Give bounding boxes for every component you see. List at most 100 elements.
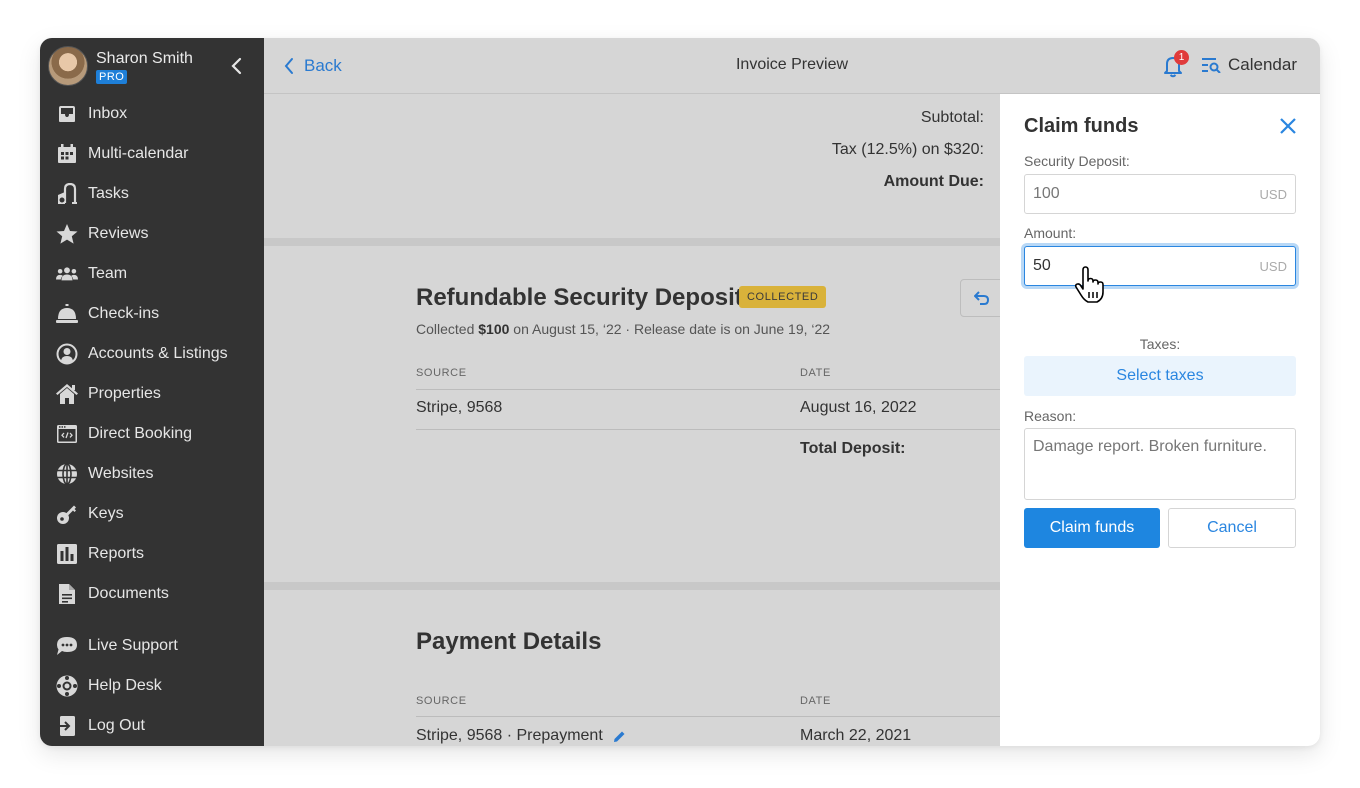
code-window-icon	[56, 423, 78, 445]
column-header-source: SOURCE	[416, 695, 467, 707]
sidebar-item-label: Direct Booking	[88, 425, 193, 442]
notifications-button[interactable]: 1	[1162, 50, 1189, 78]
sidebar-item-documents[interactable]: Documents	[40, 574, 264, 614]
close-icon	[1280, 118, 1296, 134]
select-taxes-button[interactable]: Select taxes	[1024, 356, 1296, 396]
payment-source: Stripe, 9568 · Prepayment	[416, 727, 603, 744]
sidebar-item-properties[interactable]: Properties	[40, 374, 264, 414]
user-circle-icon	[56, 343, 78, 365]
sidebar-item-label: Properties	[88, 385, 161, 402]
sidebar-item-direct-booking[interactable]: Direct Booking	[40, 414, 264, 454]
collapse-sidebar-button[interactable]	[226, 56, 246, 76]
chevron-left-icon	[284, 58, 293, 74]
logout-icon	[56, 715, 78, 737]
panel-title: Claim funds	[1024, 115, 1139, 137]
team-icon	[56, 263, 78, 285]
sidebar: Sharon Smith PRO Inbox Multi-calendar Ta…	[40, 38, 264, 746]
avatar[interactable]	[48, 46, 88, 86]
user-profile[interactable]: Sharon Smith PRO	[48, 46, 256, 86]
bell-desk-icon	[56, 303, 78, 325]
sidebar-item-keys[interactable]: Keys	[40, 494, 264, 534]
top-bar: Back Invoice Preview 1 Calendar	[264, 38, 1320, 94]
column-header-source: SOURCE	[416, 367, 467, 379]
deposit-title: Refundable Security Deposit	[416, 284, 743, 311]
sidebar-item-label: Live Support	[88, 637, 178, 654]
sidebar-item-websites[interactable]: Websites	[40, 454, 264, 494]
calendar-label: Calendar	[1228, 55, 1297, 74]
home-icon	[56, 383, 78, 405]
edit-pencil-icon[interactable]	[613, 730, 626, 743]
column-header-date: DATE	[800, 367, 831, 379]
inbox-icon	[56, 103, 78, 125]
subtotal-label: Subtotal:	[920, 109, 984, 126]
security-deposit-input[interactable]	[1025, 185, 1245, 203]
invoice-totals: Subtotal: Tax (12.5%) on $320: Amount Du…	[832, 108, 984, 204]
sidebar-item-label: Help Desk	[88, 677, 162, 694]
table-divider	[416, 389, 1000, 390]
amount-due-label: Amount Due:	[883, 173, 984, 190]
undo-icon	[974, 291, 990, 305]
undo-button[interactable]	[960, 279, 1000, 317]
security-deposit-label: Security Deposit:	[1024, 153, 1130, 169]
sidebar-item-reports[interactable]: Reports	[40, 534, 264, 574]
sidebar-item-label: Documents	[88, 585, 169, 602]
calendar-grid-icon	[56, 143, 78, 165]
sidebar-item-check-ins[interactable]: Check-ins	[40, 294, 264, 334]
document-icon	[56, 583, 78, 605]
currency-label: USD	[1259, 258, 1287, 274]
sidebar-item-multi-calendar[interactable]: Multi-calendar	[40, 134, 264, 174]
lifebuoy-icon	[56, 675, 78, 697]
amount-input[interactable]	[1025, 257, 1245, 275]
sidebar-item-label: Inbox	[88, 105, 128, 122]
deposit-source: Stripe, 9568	[416, 399, 503, 416]
plan-badge: PRO	[96, 69, 128, 84]
cancel-button[interactable]: Cancel	[1168, 508, 1296, 548]
key-icon	[56, 503, 78, 525]
calendar-search-icon	[1202, 58, 1221, 73]
bar-chart-icon	[56, 543, 78, 565]
calendar-button[interactable]: Calendar	[1202, 55, 1297, 75]
amount-field[interactable]: USD	[1024, 246, 1296, 286]
sidebar-item-reviews[interactable]: Reviews	[40, 214, 264, 254]
sidebar-item-team[interactable]: Team	[40, 254, 264, 294]
table-divider	[416, 429, 1000, 430]
back-label: Back	[304, 56, 342, 75]
sidebar-item-label: Reviews	[88, 225, 149, 242]
security-deposit-field[interactable]: USD	[1024, 174, 1296, 214]
sidebar-item-log-out[interactable]: Log Out	[40, 706, 264, 746]
sidebar-item-inbox[interactable]: Inbox	[40, 94, 264, 134]
payment-title: Payment Details	[416, 628, 602, 655]
claim-funds-button[interactable]: Claim funds	[1024, 508, 1160, 548]
claim-funds-panel: Claim funds Security Deposit: USD Amount…	[1000, 94, 1320, 746]
column-header-date: DATE	[800, 695, 831, 707]
reason-label: Reason:	[1024, 408, 1077, 424]
sidebar-item-label: Accounts & Listings	[88, 345, 228, 362]
deposit-amount: $100	[478, 321, 510, 337]
sidebar-nav: Inbox Multi-calendar Tasks Reviews Team …	[40, 94, 264, 614]
sidebar-item-label: Reports	[88, 545, 145, 562]
chevron-left-icon	[231, 57, 242, 75]
sidebar-item-live-support[interactable]: Live Support	[40, 626, 264, 666]
sidebar-bottom-nav: Live Support Help Desk Log Out	[40, 626, 264, 746]
sidebar-item-label: Websites	[88, 465, 154, 482]
sidebar-item-label: Keys	[88, 505, 124, 522]
deposit-subtitle: Collected $100 on August 15, ‘22 · Relea…	[416, 321, 831, 337]
notification-badge: 1	[1174, 50, 1189, 65]
status-badge: COLLECTED	[739, 286, 827, 308]
sidebar-item-accounts-listings[interactable]: Accounts & Listings	[40, 334, 264, 374]
sidebar-item-label: Check-ins	[88, 305, 160, 322]
star-icon	[56, 223, 78, 245]
deposit-date: August 16, 2022	[800, 399, 917, 416]
user-name: Sharon Smith	[96, 49, 193, 67]
section-divider	[264, 238, 1000, 246]
invoice-content: Subtotal: Tax (12.5%) on $320: Amount Du…	[264, 94, 1000, 746]
back-button[interactable]: Back	[284, 56, 342, 76]
close-button[interactable]	[1278, 116, 1298, 136]
payment-date: March 22, 2021	[800, 727, 912, 744]
sidebar-item-label: Team	[88, 265, 128, 282]
sidebar-item-help-desk[interactable]: Help Desk	[40, 666, 264, 706]
section-divider	[264, 582, 1000, 590]
reason-textarea[interactable]: Damage report. Broken furniture.	[1024, 428, 1296, 500]
table-divider	[416, 716, 1000, 717]
sidebar-item-tasks[interactable]: Tasks	[40, 174, 264, 214]
